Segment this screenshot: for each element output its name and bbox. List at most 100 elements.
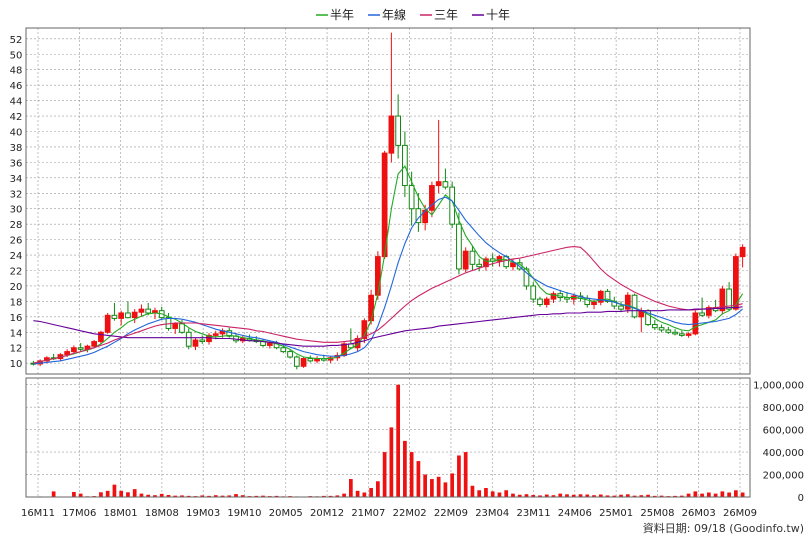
candle-body-54	[395, 115, 401, 146]
price-tick-label-2: 14	[10, 328, 23, 339]
price-tick-label-20: 50	[10, 50, 23, 61]
volume-bar-55	[403, 440, 407, 497]
candle-body-71	[510, 262, 516, 268]
candle-body-21	[172, 323, 179, 329]
ma-line-0	[33, 165, 744, 364]
candle-body-41	[307, 358, 314, 362]
price-tick-label-19: 48	[10, 66, 23, 77]
chart-root: 半年 年線 三年 十年 10 12 14 16 18 20 22 24 26 28 30 32 34 36 38 4…	[0, 0, 808, 540]
candle-body-27	[212, 333, 219, 336]
price-tick-label-6: 22	[10, 267, 23, 278]
volume-bar-66	[477, 490, 482, 497]
volume-bar-63	[457, 455, 461, 497]
volume-bar-11	[105, 490, 110, 497]
candle-body-51	[375, 256, 381, 296]
x-tick-label-8: 21M07	[351, 508, 385, 519]
volume-axis-ticks: 0 200,000 400,000 600,000 800,000 1,000,000	[753, 381, 804, 504]
price-tick-label-4: 18	[10, 297, 23, 308]
candle-body-40	[300, 358, 307, 367]
candle-body-16	[138, 308, 145, 313]
price-tick-label-16: 42	[10, 112, 23, 123]
volume-bar-12	[112, 484, 117, 497]
volume-bar-10	[99, 492, 103, 497]
x-tick-label-0: 16M11	[21, 508, 55, 519]
price-tick-label-8: 26	[10, 236, 23, 247]
candle-body-61	[442, 181, 449, 188]
volume-plot-frame	[25, 377, 751, 498]
x-tick-label-6: 20M05	[269, 508, 303, 519]
legend-label-0: 半年	[330, 8, 354, 22]
price-tick-label-21: 52	[10, 35, 23, 46]
stock-chart: 半年 年線 三年 十年 10 12 14 16 18 20 22 24 26 28 30 32 34 36 38 4…	[10, 7, 804, 535]
candle-body-74	[530, 285, 537, 300]
x-tick-label-14: 25M01	[599, 508, 633, 519]
volume-bar-70	[504, 490, 509, 497]
volume-tick-label-0: 0	[798, 493, 804, 504]
price-tick-label-0: 10	[10, 359, 23, 370]
volume-bar-51	[376, 481, 380, 497]
x-tick-label-13: 24M06	[558, 508, 592, 519]
candle-body-64	[462, 250, 469, 270]
candle-body-95	[672, 331, 678, 335]
legend-label-3: 十年	[486, 8, 510, 22]
candle-body-10	[98, 331, 104, 343]
candle-body-83	[591, 301, 597, 305]
x-tick-label-9: 22M02	[393, 508, 427, 519]
candle-body-9	[91, 341, 98, 347]
candle-body-24	[192, 339, 199, 347]
volume-bar-105	[740, 492, 745, 497]
volume-bar-15	[132, 489, 137, 497]
candle-body-63	[456, 223, 462, 270]
x-tick-label-5: 19M10	[227, 508, 261, 519]
x-tick-label-3: 18M08	[145, 508, 179, 519]
ma-line-1	[33, 196, 743, 365]
volume-bar-102	[720, 491, 725, 497]
candle-body-7	[77, 347, 84, 350]
candle-body-87	[618, 305, 624, 310]
x-axis-ticks: 16M11 17M06 18M01 18M08 19M03 19M10 20M05 20M12…	[21, 508, 757, 519]
volume-bar-71	[511, 493, 515, 497]
volume-bar-101	[713, 493, 718, 497]
volume-bar-100	[706, 492, 711, 497]
volume-bar-69	[497, 492, 502, 497]
volume-bar-60	[436, 476, 441, 497]
candle-body-17	[145, 308, 152, 314]
candle-body-25	[199, 339, 206, 343]
x-tick-label-15: 25M08	[640, 508, 674, 519]
candle-body-97	[685, 333, 692, 336]
volume-bar-78	[558, 493, 563, 497]
volume-tick-label-5: 1,000,000	[753, 381, 804, 392]
x-tick-label-7: 20M12	[310, 508, 344, 519]
price-tick-label-15: 40	[10, 127, 23, 138]
candle-body-96	[678, 333, 685, 336]
candle-body-53	[388, 115, 395, 154]
volume-bar-103	[727, 492, 731, 497]
volume-tick-label-1: 200,000	[763, 471, 804, 482]
price-tick-label-7: 24	[10, 251, 23, 262]
legend-label-2: 三年	[434, 8, 458, 22]
candle-body-38	[287, 351, 293, 358]
candle-body-105	[739, 246, 746, 258]
volume-bar-97	[686, 493, 691, 497]
candle-body-66	[476, 263, 483, 268]
x-tick-label-12: 23M11	[516, 508, 550, 519]
price-tick-label-12: 34	[10, 174, 23, 185]
volume-bar-47	[348, 479, 353, 497]
legend-label-1: 年線	[382, 7, 406, 22]
volume-bar-65	[470, 485, 475, 497]
volume-bar-61	[443, 482, 448, 497]
volume-bar-67	[484, 488, 488, 497]
candle-body-60	[435, 181, 442, 187]
x-tick-label-11: 23M04	[475, 508, 509, 519]
volume-bar-46	[342, 493, 346, 497]
moving-average-lines	[33, 165, 744, 365]
candle-body-23	[185, 331, 192, 347]
candle-body-99	[699, 312, 705, 316]
volume-bar-16	[139, 493, 144, 497]
legend: 半年 年線 三年 十年	[316, 7, 510, 22]
price-axis-ticks: 10 12 14 16 18 20 22 24 26 28 30 32 34 36 38 40 42 44 46 48…	[10, 35, 23, 370]
candle-body-22	[179, 323, 185, 333]
x-tick-label-17: 26M09	[723, 508, 757, 519]
volume-bar-48	[355, 490, 360, 497]
volume-bars	[31, 384, 745, 498]
